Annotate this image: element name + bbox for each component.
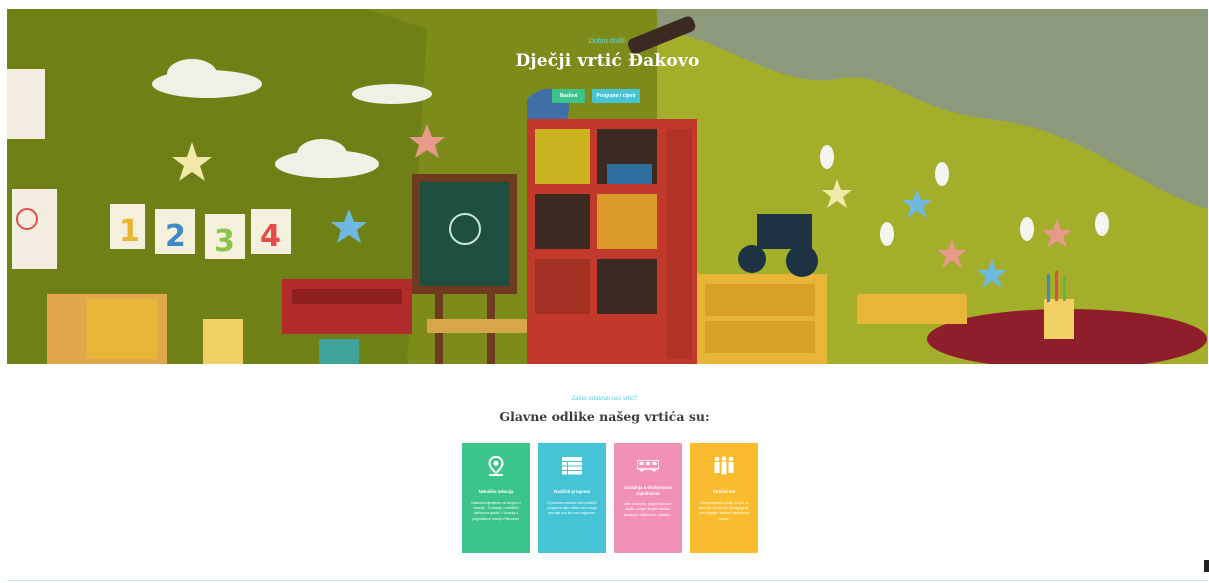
feature-card-locations: Nekoliko lokacija Nalazimo djelujemo na … <box>462 443 530 553</box>
feature-title: Različiti programi <box>553 489 591 494</box>
bus-icon <box>621 453 675 479</box>
hero-title: Dječji vrtić Đakovo <box>515 51 700 71</box>
feature-text: Tvoriti ekiprosti učitelji, a ujed za iz… <box>698 500 750 521</box>
hero-buttons: Naslovi Programi i cijeni <box>7 89 1208 103</box>
hero-kicker: Dobro došli! <box>588 38 627 45</box>
svg-text:1: 1 <box>119 214 140 249</box>
feature-title: Nekoliko lokacija <box>478 489 514 494</box>
section-title: Glavne odlike našeg vrtića su: <box>499 409 710 424</box>
people-team-icon <box>697 453 751 479</box>
feature-title: Suradnja s društvenom zajednicom <box>624 485 672 496</box>
location-pin-icon <box>469 453 523 479</box>
svg-text:2: 2 <box>165 219 186 254</box>
feature-card-programs: Različiti programi S ponosom nudimo više… <box>538 443 606 553</box>
feature-text: S ponosom nudimo više različitih program… <box>547 500 597 516</box>
table-list-icon <box>545 453 599 479</box>
features-cards: Nekoliko lokacija Nalazimo djelujemo na … <box>462 443 758 553</box>
feature-card-team: Stručni tim Tvoriti ekiprosti učitelji, … <box>690 443 758 553</box>
svg-text:4: 4 <box>260 219 281 254</box>
scroll-indicator[interactable] <box>1204 560 1209 572</box>
feature-title: Stručni tim <box>712 489 736 494</box>
programs-button[interactable]: Programi i cijeni <box>592 89 640 103</box>
feature-card-community: Suradnja s društvenom zajednicom Izleti … <box>614 443 682 553</box>
section-divider <box>7 580 1208 581</box>
svg-text:3: 3 <box>214 224 235 259</box>
hero-banner: 1 2 3 4 Dobro došli! Dječji vrtić Đakovo… <box>7 9 1208 364</box>
section-kicker: Zašto odabrati naš vrtić? <box>571 396 638 402</box>
feature-text: Nalazimo djelujemo na ukupno 4 lokacije … <box>471 500 521 521</box>
about-button[interactable]: Naslovi <box>552 89 585 103</box>
feature-text: Izleti u kolovoz, posjeti Đakovu i okoli… <box>623 502 673 517</box>
